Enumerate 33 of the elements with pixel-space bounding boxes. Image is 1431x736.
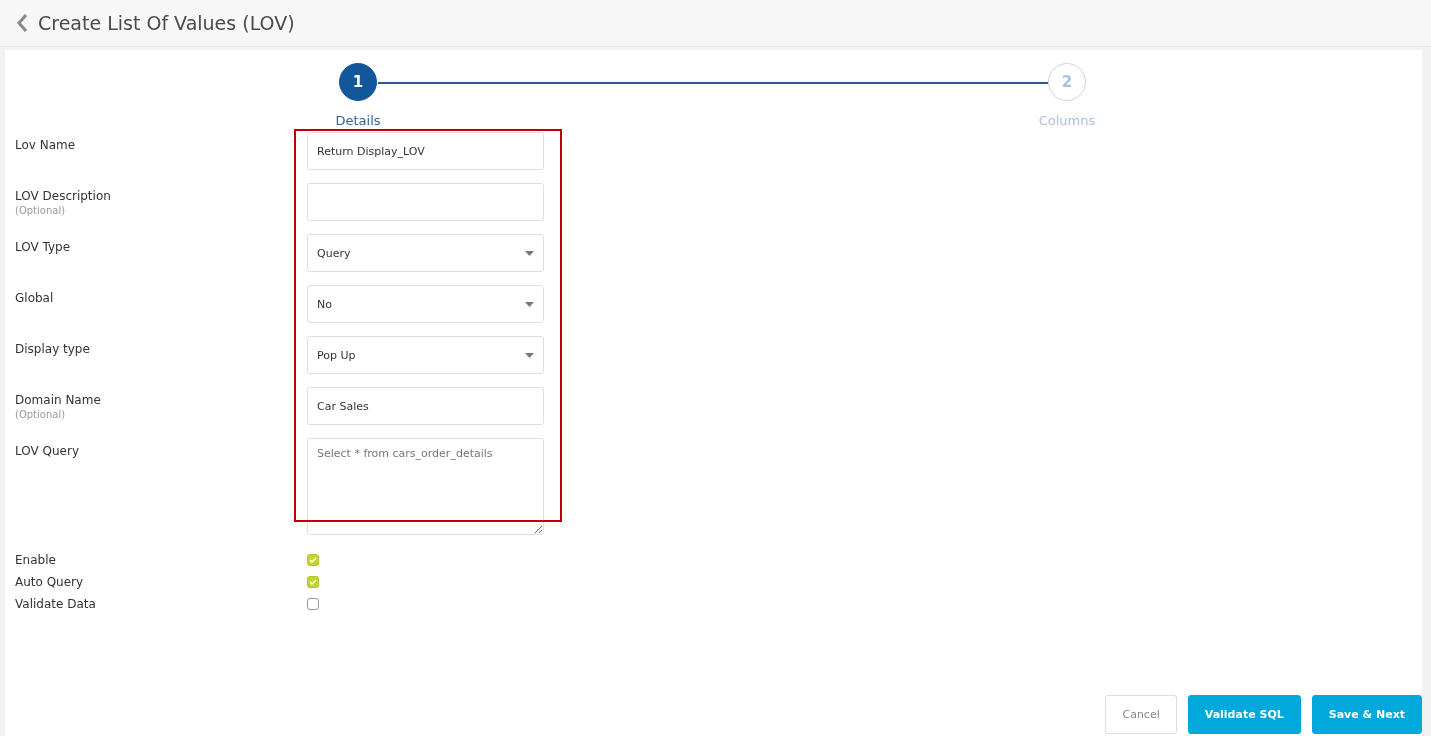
field-label: Global <box>15 291 55 305</box>
text-field[interactable]: Return Display_LOV <box>307 132 544 170</box>
field-label: LOV Description <box>15 189 112 203</box>
field-label: Display type <box>15 342 91 356</box>
query-field[interactable]: Select * from cars_order_details <box>307 438 544 535</box>
field-label: LOV Query <box>15 444 80 458</box>
checkbox-label: Enable <box>15 553 57 567</box>
dropdown-field[interactable]: No <box>307 285 544 323</box>
caret-icon <box>525 352 534 358</box>
checkbox-label: Validate Data <box>15 597 97 611</box>
optional-hint: (Optional) <box>15 205 67 216</box>
back-icon[interactable] <box>16 13 28 33</box>
field-label: Domain Name <box>15 393 102 407</box>
check-icon <box>309 557 317 563</box>
checkbox[interactable] <box>307 554 319 566</box>
field-label: Lov Name <box>15 138 77 152</box>
cancel-button[interactable]: Cancel <box>1105 695 1177 734</box>
text-field[interactable] <box>307 183 544 221</box>
check-icon <box>309 579 317 585</box>
optional-hint: (Optional) <box>15 409 67 420</box>
caret-icon <box>525 250 534 256</box>
checkbox[interactable] <box>307 598 319 610</box>
checkbox-label: Auto Query <box>15 575 85 589</box>
dropdown-field[interactable]: Pop Up <box>307 336 544 374</box>
step-label: Columns <box>1038 113 1096 128</box>
step-circle[interactable]: 1 <box>339 63 377 101</box>
step-label: Details <box>335 113 381 128</box>
text-field[interactable]: Car Sales <box>307 387 544 425</box>
dropdown-field[interactable]: Query <box>307 234 544 272</box>
checkbox[interactable] <box>307 576 319 588</box>
page-title: Create List Of Values (LOV) <box>38 12 295 34</box>
field-label: LOV Type <box>15 240 72 254</box>
caret-icon <box>525 301 534 307</box>
